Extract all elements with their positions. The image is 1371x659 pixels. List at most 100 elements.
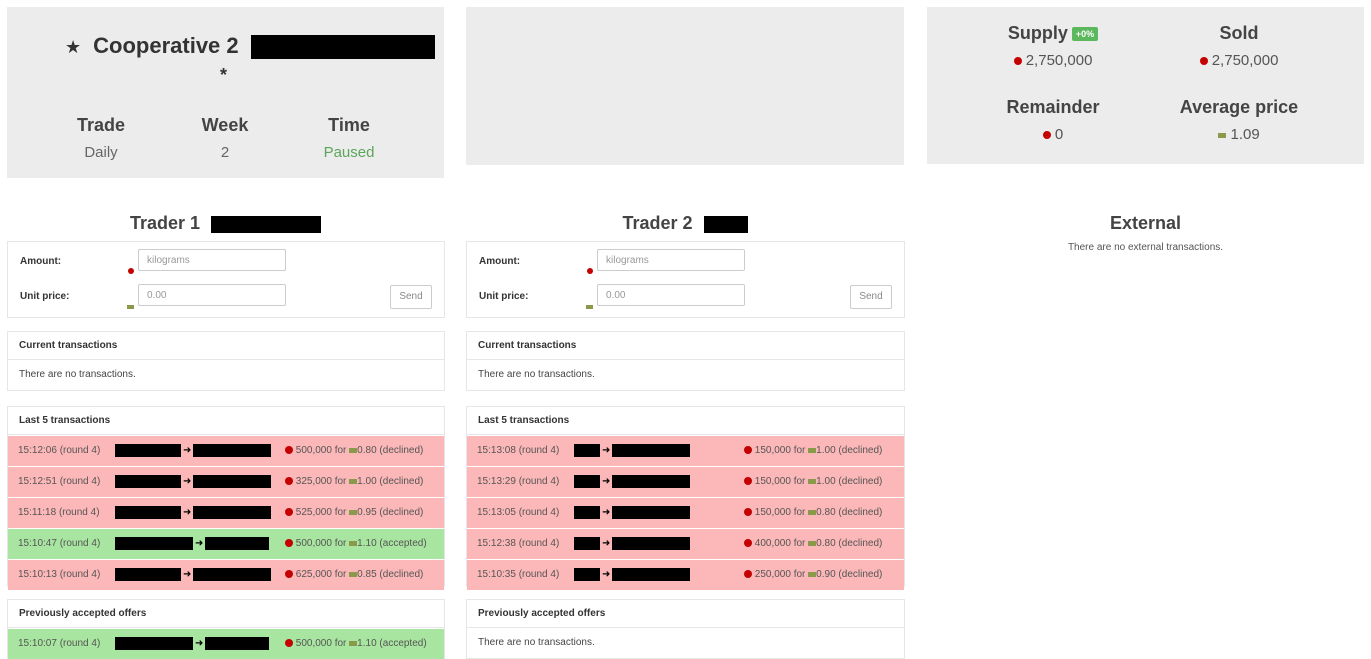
transaction-status: (declined) <box>838 445 883 456</box>
amount-input[interactable]: kilograms <box>597 249 745 271</box>
cube-icon <box>1042 131 1051 140</box>
money-icon <box>1218 132 1227 138</box>
transaction-parties: ➜ <box>574 529 691 559</box>
external-empty-message: There are no external transactions. <box>1067 242 1224 253</box>
trader1-current-transactions: Current transactions There are no transa… <box>7 331 445 391</box>
arrow-right-icon: ➜ <box>183 445 192 456</box>
cube-icon <box>285 446 293 455</box>
transaction-amount: 150,000 for <box>754 507 806 518</box>
cube-icon <box>744 446 752 455</box>
transaction-list: 15:13:08 (round 4) ➜ 150,000 for 1.00 (de… <box>467 435 904 590</box>
transaction-time: 15:11:18 (round 4) <box>18 507 100 518</box>
transaction-row: 15:13:05 (round 4) ➜ 150,000 for 0.80 (de… <box>467 497 904 528</box>
transaction-price: 0.80 <box>816 538 836 549</box>
transaction-parties: ➜ <box>574 560 691 590</box>
money-icon <box>349 640 358 646</box>
redacted-block <box>612 443 691 457</box>
redacted-block <box>115 505 181 519</box>
transaction-time: 15:10:35 (round 4) <box>477 569 560 580</box>
arrow-right-icon: ➜ <box>602 538 611 549</box>
redacted-block <box>193 567 272 581</box>
trader2-offer-form: Amount: kilograms Unit price: 0.00 Send <box>466 241 905 318</box>
cube-icon <box>744 477 752 486</box>
transaction-price: 1.00 <box>816 445 836 456</box>
section-heading: Last 5 transactions <box>467 407 904 435</box>
send-button[interactable]: Send <box>390 285 432 309</box>
star-icon: * <box>220 65 228 85</box>
money-icon <box>349 540 358 546</box>
money-icon <box>808 509 817 515</box>
money-icon <box>349 478 358 484</box>
transaction-row: 15:10:07 (round 4) ➜ 500,000 for 1.10 (ac… <box>8 628 444 659</box>
cube-icon <box>285 539 293 548</box>
transaction-price: 1.10 <box>357 638 377 649</box>
average-price-stat: Average price 1.09 <box>1179 97 1299 143</box>
arrow-right-icon: ➜ <box>183 476 192 487</box>
transaction-status: (declined) <box>379 445 424 456</box>
transaction-price: 0.85 <box>357 569 377 580</box>
transaction-status: (accepted) <box>379 638 427 649</box>
transaction-parties: ➜ <box>574 436 691 466</box>
transaction-time: 15:10:07 (round 4) <box>18 638 101 649</box>
transaction-time: 15:12:06 (round 4) <box>18 445 101 456</box>
transaction-row: 15:10:35 (round 4) ➜ 250,000 for 0.90 (de… <box>467 559 904 590</box>
trader2-previous-offers: Previously accepted offers There are no … <box>466 599 905 659</box>
transaction-status: (declined) <box>379 476 424 487</box>
redacted-block <box>574 474 600 488</box>
money-icon <box>808 571 817 577</box>
remainder-stat: Remainder 0 <box>1006 97 1100 143</box>
transaction-amount: 150,000 for <box>754 476 806 487</box>
transaction-row: 15:11:18 (round 4) ➜ 525,000 for 0.95 (de… <box>8 497 444 528</box>
cube-icon <box>744 570 752 579</box>
transaction-parties: ➜ <box>115 529 270 559</box>
trader2-title: Trader 2 <box>466 213 904 234</box>
redacted-block <box>250 35 435 60</box>
redacted-block <box>115 474 181 488</box>
transaction-amount: 250,000 for <box>754 569 806 580</box>
money-icon <box>808 540 817 546</box>
transaction-price: 0.80 <box>816 507 836 518</box>
cooperative-panel: ★ Cooperative 2 * Trade Daily Week 2 Time… <box>7 7 444 178</box>
external-title: External <box>1109 213 1182 233</box>
transaction-time: 15:10:47 (round 4) <box>18 538 101 549</box>
transaction-row: 15:13:08 (round 4) ➜ 150,000 for 1.00 (de… <box>467 435 904 466</box>
arrow-right-icon: ➜ <box>602 569 611 580</box>
unit-price-input[interactable]: 0.00 <box>138 284 286 306</box>
transaction-price: 0.80 <box>357 445 377 456</box>
transaction-status: (declined) <box>838 538 883 549</box>
redacted-block <box>115 443 181 457</box>
amount-input[interactable]: kilograms <box>138 249 286 271</box>
cube-icon <box>1199 57 1208 66</box>
trader1-previous-offers: Previously accepted offers 15:10:07 (rou… <box>7 599 445 659</box>
transaction-parties: ➜ <box>574 498 691 528</box>
redacted-block <box>193 474 272 488</box>
transaction-parties: ➜ <box>115 436 272 466</box>
transaction-time: 15:13:08 (round 4) <box>477 445 560 456</box>
arrow-right-icon: ➜ <box>183 569 192 580</box>
send-button[interactable]: Send <box>850 285 892 309</box>
transaction-row: 15:10:13 (round 4) ➜ 625,000 for 0.85 (de… <box>8 559 444 590</box>
redacted-block <box>574 443 600 457</box>
transaction-price: 1.00 <box>357 476 377 487</box>
redacted-block <box>193 443 272 457</box>
transaction-time: 15:12:38 (round 4) <box>477 538 560 549</box>
redacted-block <box>115 536 193 550</box>
unit-price-input[interactable]: 0.00 <box>597 284 745 306</box>
transaction-parties: ➜ <box>115 498 272 528</box>
sold-stat: Sold 2,750,000 <box>1149 23 1329 69</box>
redacted-block <box>193 505 272 519</box>
section-heading: Previously accepted offers <box>8 600 444 628</box>
transaction-time: 15:13:29 (round 4) <box>477 476 560 487</box>
empty-message: There are no transactions. <box>478 369 595 380</box>
empty-panel <box>466 7 904 165</box>
empty-message: There are no transactions. <box>478 637 595 648</box>
arrow-right-icon: ➜ <box>602 476 611 487</box>
transaction-parties: ➜ <box>115 629 270 659</box>
arrow-right-icon: ➜ <box>195 538 204 549</box>
week-info: Week 2 <box>201 115 249 161</box>
unit-price-label: Unit price: <box>20 291 70 302</box>
transaction-time: 15:12:51 (round 4) <box>18 476 101 487</box>
redacted-block <box>612 567 691 581</box>
arrow-right-icon: ➜ <box>602 507 611 518</box>
redacted-block <box>115 567 181 581</box>
